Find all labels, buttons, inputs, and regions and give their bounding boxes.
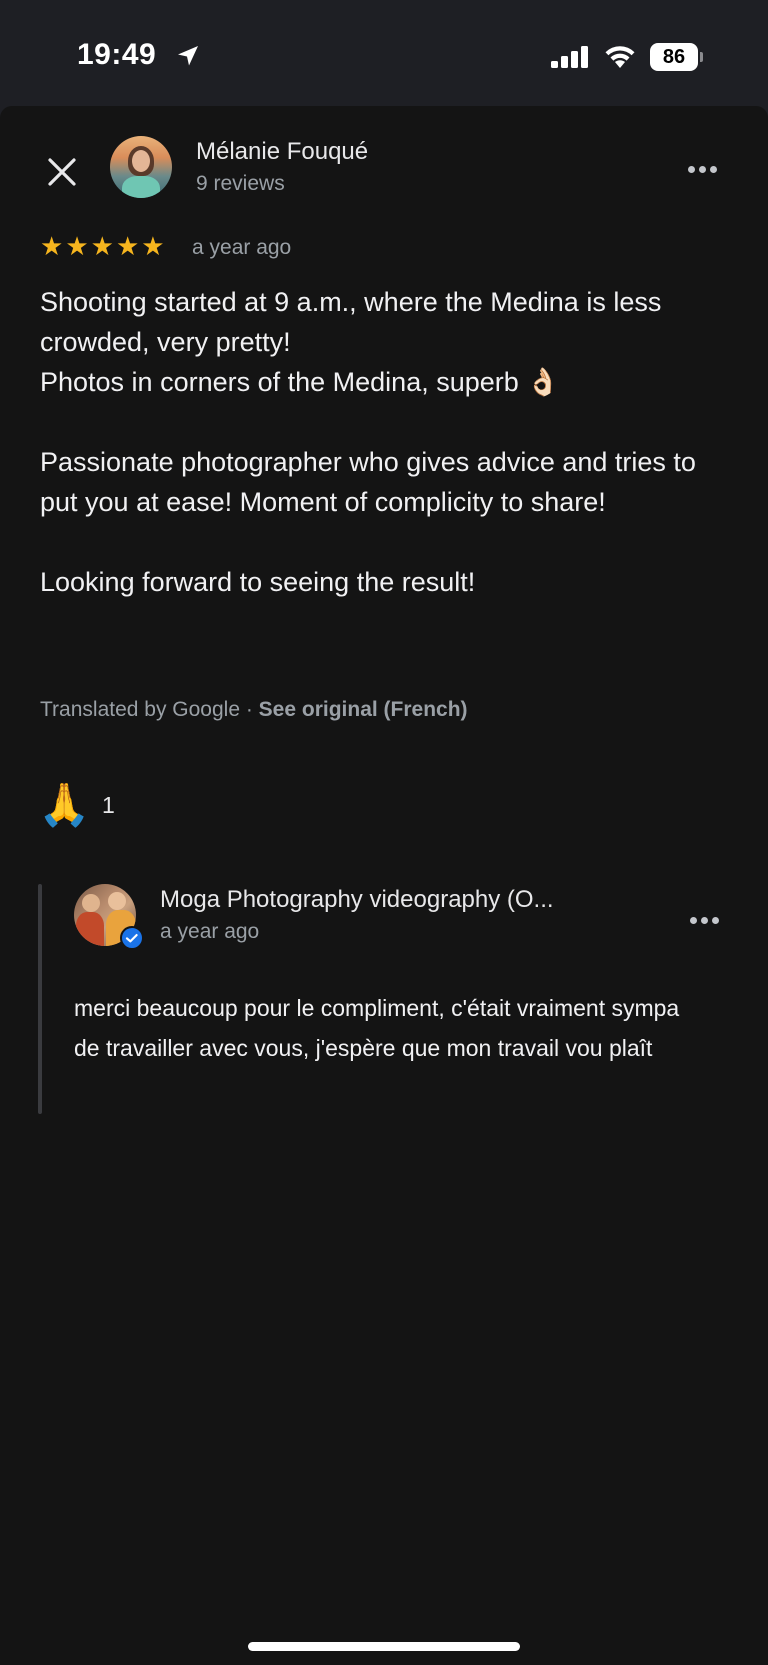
battery-icon: 86 xyxy=(650,43,698,71)
review-text: Shooting started at 9 a.m., where the Me… xyxy=(40,282,740,602)
owner-name: Moga Photography videography (O... xyxy=(160,886,554,913)
reaction-icon[interactable]: 🙏 xyxy=(38,781,90,829)
translated-label: Translated by Google · xyxy=(40,698,259,721)
reaction-count: 1 xyxy=(102,792,115,818)
signal-icon xyxy=(551,46,588,68)
author-review-count: 9 reviews xyxy=(196,172,285,195)
battery-tip xyxy=(700,52,703,62)
review-paragraph: Shooting started at 9 a.m., where the Me… xyxy=(40,287,662,397)
review-paragraph: Looking forward to seeing the result! xyxy=(40,567,476,597)
review-paragraph: Passionate photographer who gives advice… xyxy=(40,447,696,517)
author-name[interactable]: Mélanie Fouqué xyxy=(196,138,368,166)
verified-icon xyxy=(120,926,144,950)
location-arrow-icon xyxy=(178,46,198,66)
home-indicator[interactable] xyxy=(248,1642,520,1651)
star-icon: ★ xyxy=(40,231,64,261)
more-options-icon[interactable] xyxy=(690,911,726,925)
reply-time: a year ago xyxy=(160,920,260,943)
more-options-icon[interactable] xyxy=(688,160,724,174)
star-rating: ★ ★ ★ ★ ★ xyxy=(40,233,165,259)
wifi-icon xyxy=(605,46,635,68)
star-icon: ★ xyxy=(90,231,114,261)
status-bar: 19:49 86 xyxy=(0,0,768,105)
see-original-link[interactable]: See original (French) xyxy=(259,698,468,721)
translation-note: Translated by Google · See original (Fre… xyxy=(40,698,468,722)
star-icon: ★ xyxy=(65,231,89,261)
review-sheet: Mélanie Fouqué 9 reviews ★ ★ ★ ★ ★ a yea… xyxy=(0,106,768,1665)
author-avatar[interactable] xyxy=(110,136,172,198)
reply-divider xyxy=(38,884,42,1114)
status-time: 19:49 xyxy=(77,38,157,71)
reply-text: merci beaucoup pour le compliment, c'éta… xyxy=(74,995,680,1061)
star-icon: ★ xyxy=(115,231,140,261)
review-time: a year ago xyxy=(192,236,292,259)
close-icon[interactable] xyxy=(44,154,80,190)
star-icon: ★ xyxy=(141,231,165,261)
